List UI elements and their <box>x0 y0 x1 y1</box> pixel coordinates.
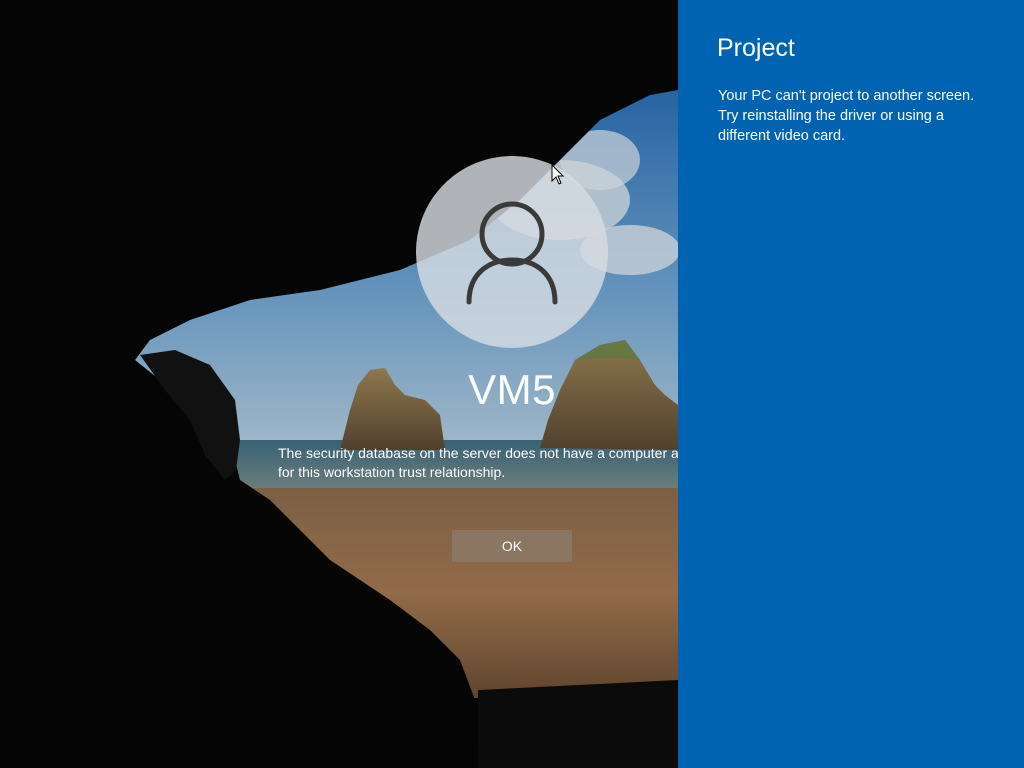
project-title: Project <box>717 34 795 62</box>
username-label: VM5 <box>468 366 556 413</box>
ok-button[interactable]: OK <box>452 530 572 562</box>
project-error-message: Your PC can't project to another screen.… <box>718 88 975 144</box>
mouse-pointer-icon <box>551 164 565 185</box>
trust-relationship-error-message: The security database on the server does… <box>278 444 678 484</box>
user-avatar <box>416 156 608 348</box>
lock-screen-background: VM5 The security database on the server … <box>0 0 678 768</box>
user-silhouette-icon <box>466 201 558 305</box>
project-flyout: Project Your PC can't project to another… <box>678 0 1024 768</box>
error-message-line-1: The security database on the server does… <box>278 445 678 461</box>
error-message-line-2: for this workstation trust relationship. <box>278 464 506 480</box>
